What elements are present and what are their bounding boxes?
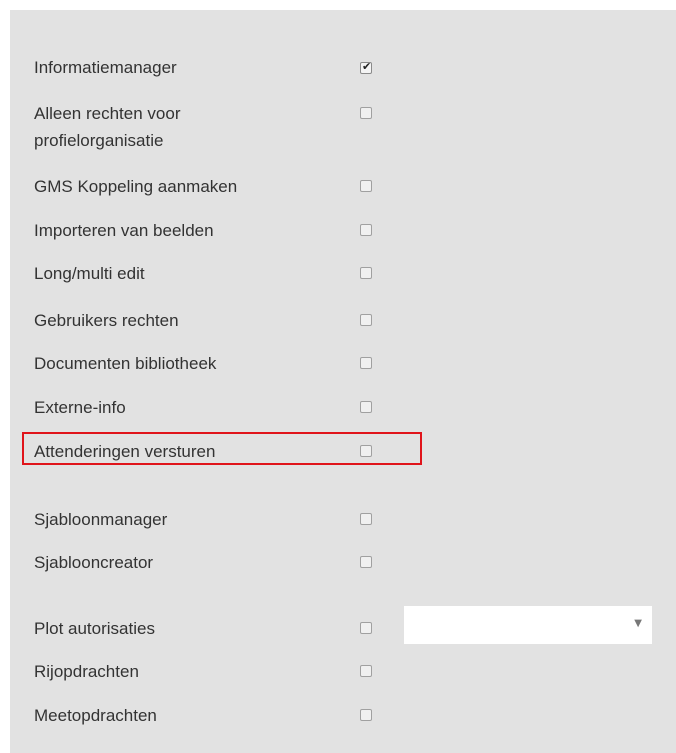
permission-label: Meetopdrachten <box>34 706 157 725</box>
permission-checkbox-alleen-rechten[interactable] <box>360 107 372 119</box>
permission-label: Importeren van beelden <box>34 221 214 240</box>
permission-label: Alleen rechten voor profielorganisatie <box>34 104 181 150</box>
permission-checkbox-gms-koppeling[interactable] <box>360 180 372 192</box>
permission-checkbox-externe-info[interactable] <box>360 401 372 413</box>
checkmark-icon: ✔ <box>362 60 372 73</box>
permission-checkbox-sjabloonmanager[interactable] <box>360 513 372 525</box>
permission-checkbox-rijopdrachten[interactable] <box>360 665 372 677</box>
permission-label: Plot autorisaties <box>34 619 155 638</box>
permission-label: Documenten bibliotheek <box>34 354 217 373</box>
permission-checkbox-plot-autorisaties[interactable] <box>360 622 372 634</box>
permission-label: Rijopdrachten <box>34 662 139 681</box>
permission-checkbox-attenderingen[interactable] <box>360 445 372 457</box>
permission-label: Sjablooncreator <box>34 553 154 572</box>
caret-down-icon: ▼ <box>634 618 642 629</box>
permission-label: Attenderingen versturen <box>34 442 216 461</box>
permission-label: Gebruikers rechten <box>34 311 179 330</box>
permissions-panel: Informatiemanager ✔ Alleen rechten voor … <box>10 10 676 753</box>
plot-autorisaties-select[interactable]: ▼ <box>404 606 652 644</box>
permission-checkbox-importeren[interactable] <box>360 224 372 236</box>
permission-label: GMS Koppeling aanmaken <box>34 177 238 196</box>
permission-checkbox-long-multi-edit[interactable] <box>360 267 372 279</box>
permission-checkbox-gebruikers-rechten[interactable] <box>360 314 372 326</box>
permission-checkbox-documenten[interactable] <box>360 357 372 369</box>
permission-label: Sjabloonmanager <box>34 510 168 529</box>
permission-label: Long/multi edit <box>34 264 145 283</box>
permission-label: Informatiemanager <box>34 58 177 77</box>
permission-checkbox-sjablooncreator[interactable] <box>360 556 372 568</box>
permission-checkbox-informatiemanager[interactable]: ✔ <box>360 60 372 74</box>
permission-checkbox-meetopdrachten[interactable] <box>360 709 372 721</box>
permission-label: Externe-info <box>34 398 126 417</box>
